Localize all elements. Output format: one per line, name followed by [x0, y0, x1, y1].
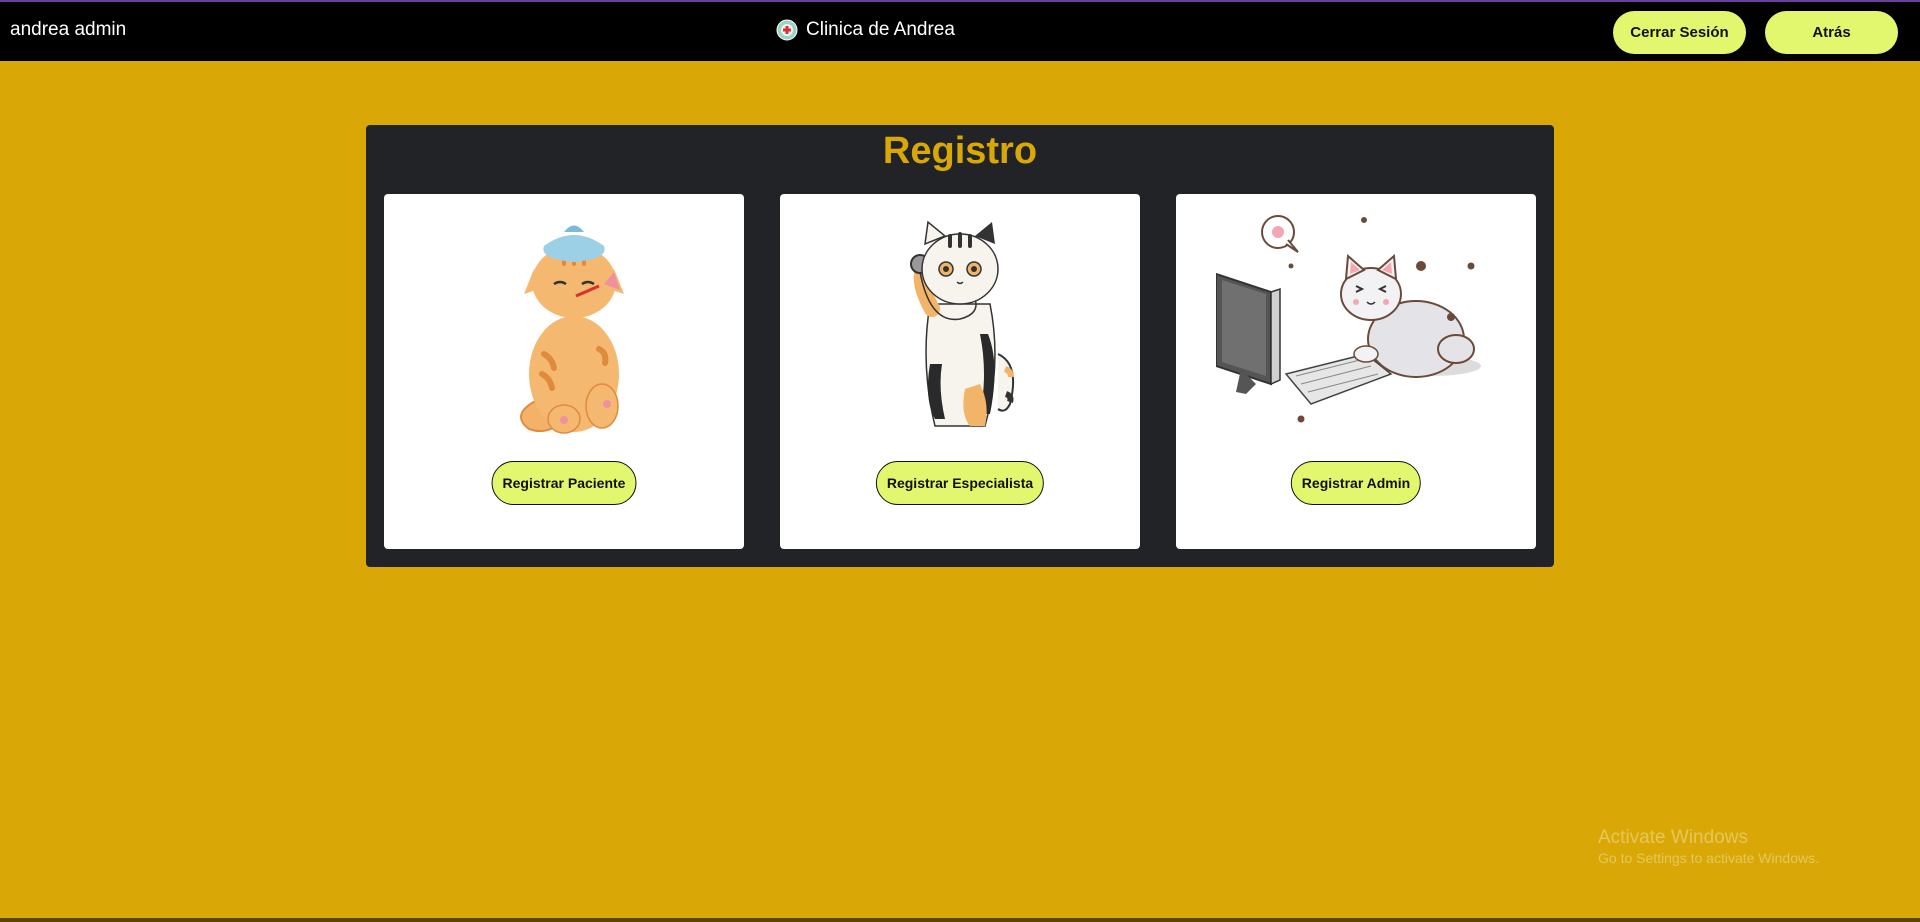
register-patient-button[interactable]: Registrar Paciente [491, 461, 637, 505]
page-title: Registro [882, 130, 1038, 172]
watermark-title: Activate Windows [1598, 827, 1748, 848]
clinic-logo-icon [776, 19, 798, 41]
register-patient-card: Registrar Paciente [384, 194, 744, 549]
taskbar-edge [0, 918, 1920, 922]
register-specialist-card: Registrar Especialista [780, 194, 1140, 549]
brand[interactable]: Clinica de Andrea [776, 19, 955, 41]
computer-cat-illustration [1216, 215, 1481, 423]
back-button[interactable]: Atrás [1765, 11, 1898, 54]
register-admin-card: Registrar Admin [1176, 194, 1536, 549]
register-admin-button[interactable]: Registrar Admin [1290, 461, 1422, 505]
current-user-name: andrea admin [10, 19, 127, 40]
register-specialist-button[interactable]: Registrar Especialista [875, 461, 1045, 505]
brand-name: Clinica de Andrea [806, 19, 955, 40]
activate-windows-watermark: Activate Windows Go to Settings to activ… [1598, 827, 1819, 867]
registro-panel: Registro Registrar Paciente Registrar Es… [366, 125, 1554, 567]
top-navbar: andrea admin Clinica de Andrea Cerrar Se… [0, 0, 1920, 61]
watermark-subtitle: Go to Settings to activate Windows. [1598, 850, 1819, 866]
doctor-cat-illustration [910, 220, 1014, 427]
logout-button[interactable]: Cerrar Sesión [1613, 11, 1746, 54]
sick-cat-illustration [520, 225, 624, 434]
